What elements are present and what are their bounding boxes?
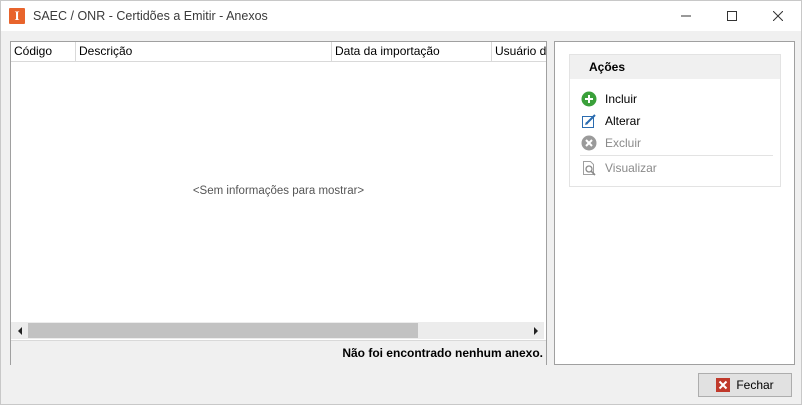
- actions-header: Ações: [570, 55, 780, 79]
- column-header-codigo[interactable]: Código: [11, 42, 76, 61]
- close-window-button[interactable]: [755, 1, 801, 31]
- excluir-label: Excluir: [605, 136, 642, 150]
- actions-panel: Ações Incluir Alterar Excluir Visualizar: [554, 41, 795, 365]
- window-title: SAEC / ONR - Certidões a Emitir - Anexos: [33, 9, 268, 23]
- close-red-icon: [716, 378, 731, 392]
- grid-footer: Não foi encontrado nenhum anexo.: [11, 340, 546, 365]
- plus-circle-icon: [581, 91, 597, 107]
- attachments-grid: Código Descrição Data da importação Usuá…: [10, 41, 547, 365]
- grid-header: Código Descrição Data da importação Usuá…: [11, 42, 546, 62]
- column-header-data-importacao[interactable]: Data da importação: [332, 42, 492, 61]
- title-bar: I SAEC / ONR - Certidões a Emitir - Anex…: [1, 1, 801, 31]
- incluir-label: Incluir: [605, 92, 638, 106]
- fechar-label: Fechar: [736, 378, 774, 392]
- alterar-label: Alterar: [605, 114, 641, 128]
- app-icon: I: [9, 8, 25, 24]
- actions-group: Ações Incluir Alterar Excluir Visualizar: [569, 54, 781, 187]
- arrow-left-icon: [17, 326, 22, 335]
- empty-grid-message: <Sem informações para mostrar>: [192, 185, 365, 197]
- x-circle-icon: [581, 135, 597, 151]
- column-header-descricao[interactable]: Descrição: [76, 42, 332, 61]
- excluir-action[interactable]: Excluir: [581, 133, 641, 153]
- app-window: I SAEC / ONR - Certidões a Emitir - Anex…: [0, 0, 802, 405]
- actions-separator: [580, 155, 773, 156]
- fechar-button[interactable]: Fechar: [698, 373, 792, 397]
- visualizar-action[interactable]: Visualizar: [581, 158, 657, 178]
- minimize-button[interactable]: [663, 1, 709, 31]
- edit-icon: [581, 113, 597, 129]
- no-attachment-message: Não foi encontrado nenhum anexo.: [342, 346, 543, 360]
- incluir-action[interactable]: Incluir: [581, 89, 637, 109]
- scrollbar-thumb[interactable]: [28, 323, 418, 338]
- maximize-button[interactable]: [709, 1, 755, 31]
- column-header-usuario[interactable]: Usuário da: [492, 42, 546, 61]
- scroll-left-button[interactable]: [11, 322, 28, 339]
- maximize-icon: [727, 11, 737, 21]
- preview-icon: [581, 160, 597, 176]
- arrow-right-icon: [533, 326, 538, 335]
- scroll-right-button[interactable]: [527, 322, 544, 339]
- close-icon: [773, 11, 783, 21]
- horizontal-scrollbar[interactable]: [11, 322, 544, 339]
- alterar-action[interactable]: Alterar: [581, 111, 640, 131]
- visualizar-label: Visualizar: [605, 161, 657, 175]
- minimize-icon: [681, 15, 691, 17]
